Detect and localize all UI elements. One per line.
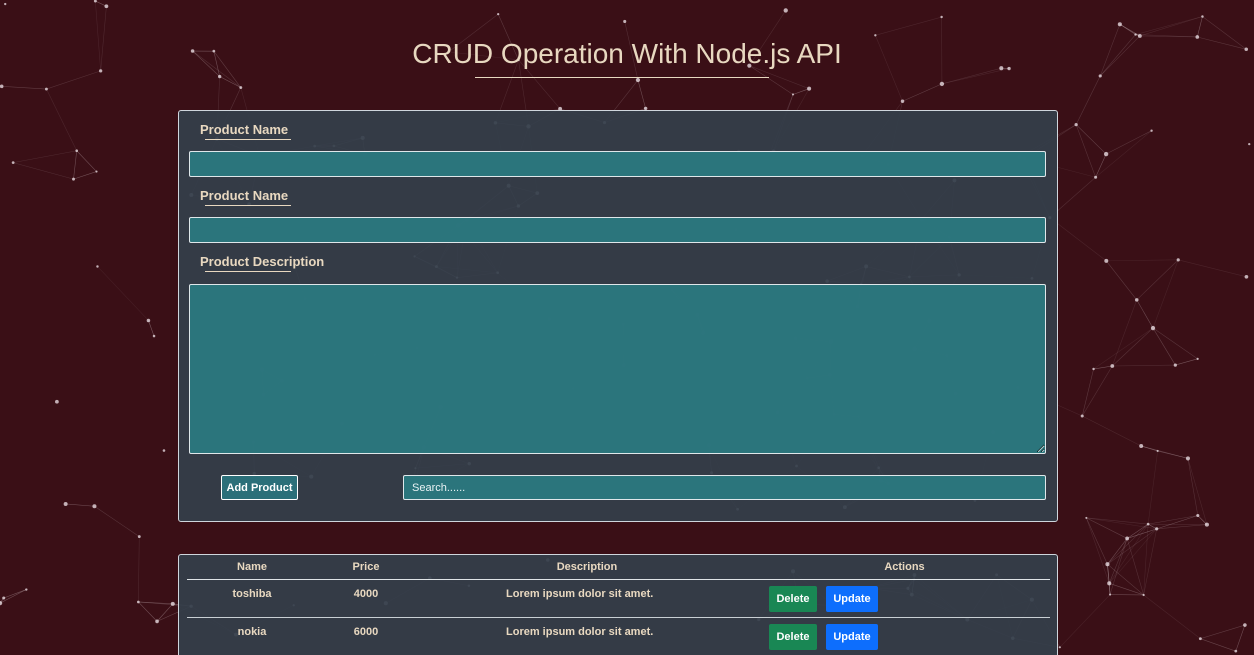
product-price-cell: 6000 <box>317 617 415 655</box>
price-column-header: Price <box>317 555 415 580</box>
product-name-2-label: Product Name <box>200 188 289 203</box>
add-product-button[interactable]: Add Product <box>221 475 298 500</box>
products-table: Name Price Description Actions toshiba 4… <box>187 555 1050 655</box>
description-column-header: Description <box>415 555 759 580</box>
table-header-row: Name Price Description Actions <box>187 555 1050 580</box>
row-actions: Delete Update <box>759 579 1050 618</box>
actions-column-header: Actions <box>759 555 1050 580</box>
products-table-card: Name Price Description Actions toshiba 4… <box>178 554 1058 655</box>
product-name-cell: toshiba <box>187 579 317 618</box>
update-button[interactable]: Update <box>826 585 878 612</box>
delete-button[interactable]: Delete <box>769 623 817 650</box>
table-row: toshiba 4000 Lorem ipsum dolor sit amet.… <box>187 579 1050 618</box>
product-description-cell: Lorem ipsum dolor sit amet. <box>415 617 759 655</box>
title-underline <box>475 77 769 78</box>
product-description-cell: Lorem ipsum dolor sit amet. <box>415 579 759 618</box>
page-title: CRUD Operation With Node.js API <box>412 38 842 69</box>
delete-button[interactable]: Delete <box>769 585 817 612</box>
product-name-label-underline <box>205 139 291 140</box>
product-name-2-label-underline <box>205 205 291 206</box>
table-row: nokia 6000 Lorem ipsum dolor sit amet. D… <box>187 617 1050 655</box>
product-name-cell: nokia <box>187 617 317 655</box>
product-price-cell: 4000 <box>317 579 415 618</box>
name-column-header: Name <box>187 555 317 580</box>
update-button[interactable]: Update <box>826 623 878 650</box>
product-name-input[interactable] <box>189 151 1046 177</box>
product-description-label-underline <box>205 271 291 272</box>
product-name-label: Product Name <box>200 122 289 137</box>
product-name-2-input[interactable] <box>189 217 1046 243</box>
product-form-card: Product Name Product Name Product Descri… <box>178 110 1058 522</box>
product-description-label: Product Description <box>200 254 325 269</box>
search-input[interactable] <box>403 475 1046 500</box>
product-description-textarea[interactable] <box>189 284 1046 454</box>
row-actions: Delete Update <box>759 617 1050 655</box>
